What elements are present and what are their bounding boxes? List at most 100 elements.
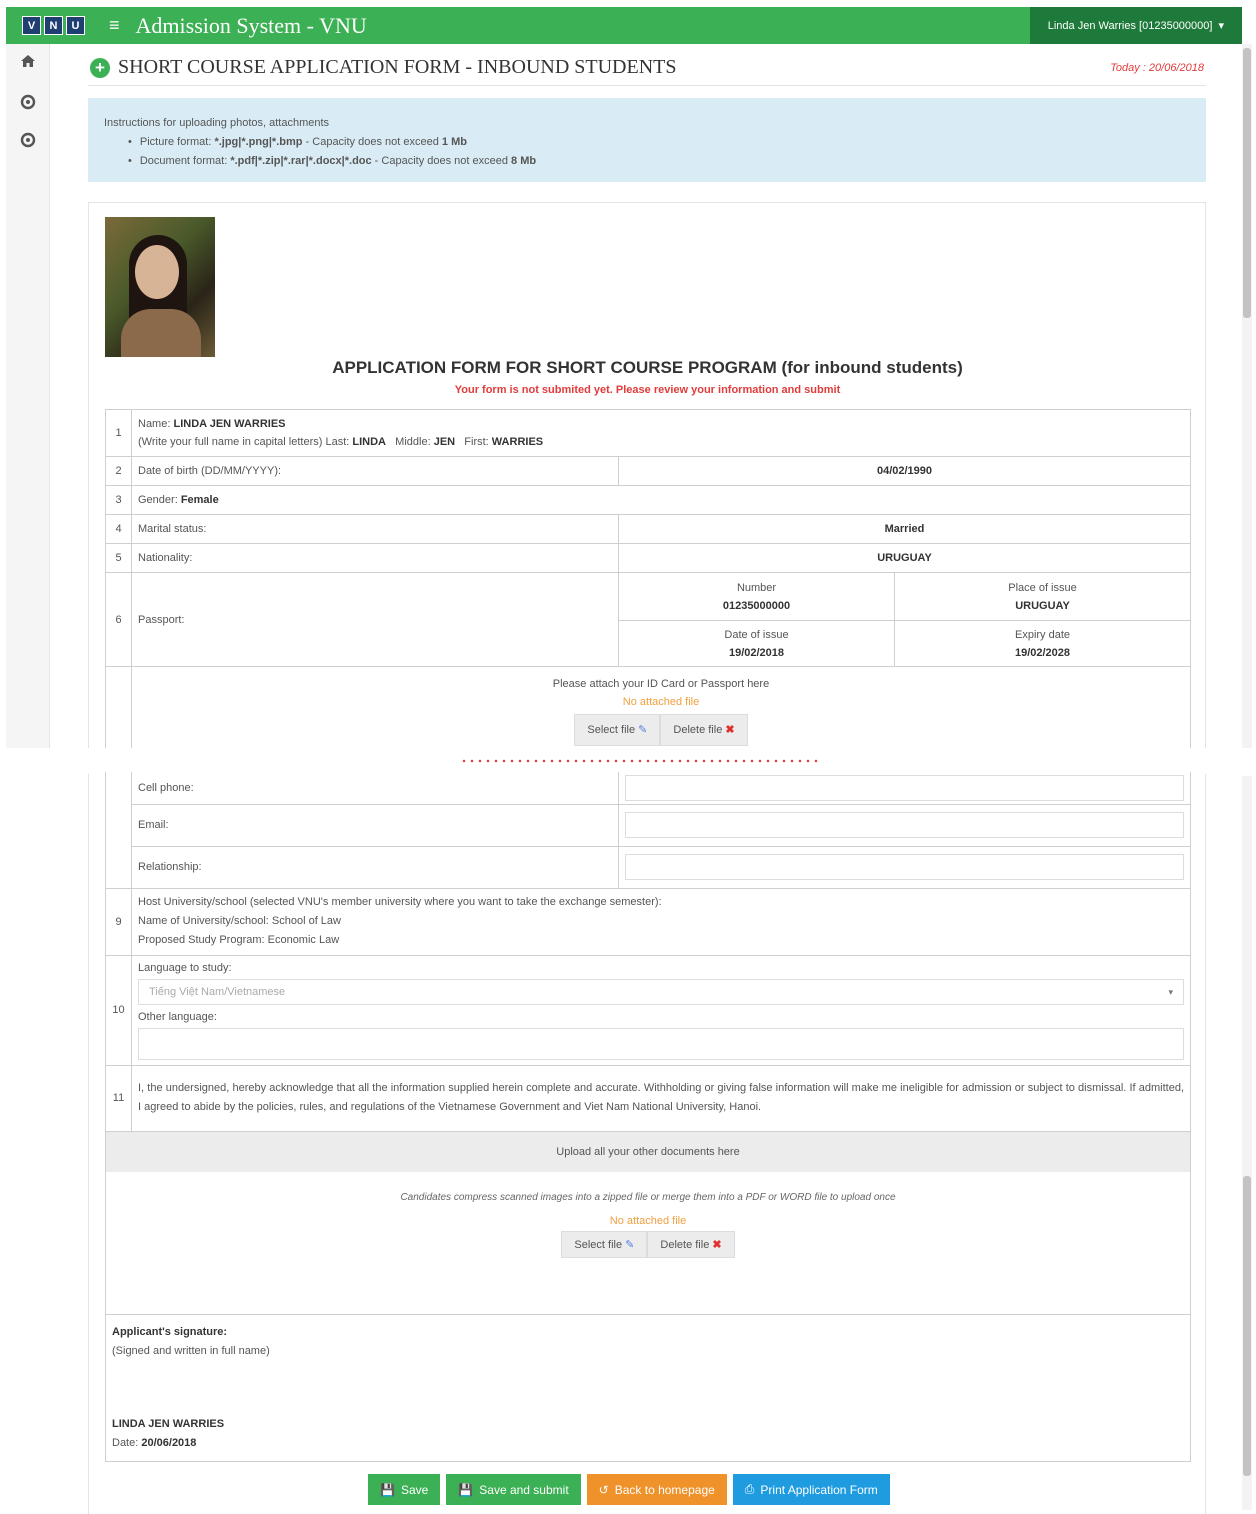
picture-format-item: Picture format: *.jpg|*.png|*.bmp - Capa…: [128, 133, 1190, 152]
undo-icon: ↺: [598, 1482, 609, 1497]
table-row: 5 Nationality: URUGUAY: [105, 543, 1191, 573]
signature-heading: Applicant's signature:: [112, 1325, 228, 1338]
table-row: 1 Name: LINDA JEN WARRIES (Write your fu…: [105, 409, 1191, 457]
signature-name: LINDA JEN WARRIES: [112, 1417, 225, 1430]
select-file-button[interactable]: Select file ✎: [561, 1230, 648, 1258]
language-label: Language to study:: [138, 962, 232, 974]
expiry-date-value: 19/02/2028: [1014, 646, 1071, 659]
scroll-thumb[interactable]: [1243, 1176, 1251, 1476]
scroll-thumb[interactable]: [1243, 48, 1251, 318]
dotted-separator: [460, 758, 820, 764]
host-university-cell: Host University/school (selected VNU's m…: [131, 887, 1191, 956]
chevron-down-icon: ▾: [1218, 20, 1224, 32]
delete-file-button[interactable]: Delete file ✖: [647, 1230, 735, 1258]
row-number: 1: [105, 409, 132, 457]
passport-label: Passport:: [131, 572, 619, 667]
email-input[interactable]: [625, 812, 1184, 838]
print-application-button[interactable]: ⎙ Print Application Form: [732, 1474, 890, 1505]
table-row: Cell phone:: [105, 772, 1191, 889]
expiry-date-cell: Expiry date 19/02/2028: [894, 620, 1191, 667]
form-title: APPLICATION FORM FOR SHORT COURSE PROGRA…: [332, 358, 963, 377]
select-file-label: Select file: [574, 1238, 623, 1251]
name-label: Name:: [138, 418, 174, 430]
save-and-submit-button[interactable]: 💾 Save and submit: [446, 1474, 581, 1505]
circle-icon[interactable]: [20, 132, 36, 152]
picture-limit: 1 Mb: [441, 136, 467, 148]
cell-phone-label: Cell phone:: [131, 772, 619, 805]
row-number: 3: [105, 485, 132, 515]
delete-file-button[interactable]: Delete file ✖: [660, 714, 748, 746]
gender-cell: Gender: Female: [131, 485, 1191, 515]
save-submit-label: Save and submit: [479, 1482, 569, 1497]
home-icon[interactable]: [20, 54, 36, 72]
signature-note: (Signed and written in full name): [112, 1344, 270, 1357]
back-to-homepage-button[interactable]: ↺ Back to homepage: [586, 1474, 727, 1505]
delete-file-label: Delete file: [660, 1238, 710, 1251]
vnu-logo[interactable]: V N U: [22, 16, 85, 35]
signature-date: 20/06/2018: [141, 1436, 197, 1449]
upload-heading: Upload all your other documents here: [106, 1131, 1190, 1172]
host-university-label: Host University/school (selected VNU's m…: [138, 896, 662, 908]
issue-date-cell: Date of issue 19/02/2018: [618, 620, 895, 667]
save-button[interactable]: 💾 Save: [368, 1474, 441, 1505]
full-name: LINDA JEN WARRIES: [173, 418, 286, 430]
passport-attach-cell: Please attach your ID Card or Passport h…: [131, 666, 1191, 750]
place-of-issue-cell: Place of issue URUGUAY: [894, 572, 1191, 621]
picture-prefix: Picture format:: [139, 136, 215, 148]
print-label: Print Application Form: [760, 1482, 878, 1497]
table-row: 6 Passport: Number 01235000000 Place of i…: [105, 572, 1191, 667]
select-file-button[interactable]: Select file ✎: [574, 714, 661, 746]
close-icon: ✖: [725, 724, 735, 736]
gender-label: Gender:: [138, 494, 181, 506]
other-language-input[interactable]: [138, 1028, 1184, 1060]
row-number: 5: [105, 543, 132, 573]
signature-cell: Applicant's signature: (Signed and writt…: [105, 1313, 1191, 1462]
instructions-heading: Instructions for uploading photos, attac…: [104, 117, 330, 129]
upload-hint: Candidates compress scanned images into …: [400, 1191, 896, 1203]
logo-letter: V: [22, 16, 41, 35]
delete-file-label: Delete file: [673, 724, 723, 736]
marital-value-cell: Married: [618, 514, 1191, 544]
first-label: First:: [464, 436, 492, 448]
hamburger-icon[interactable]: ≡: [109, 15, 120, 36]
nationality-label: Nationality:: [131, 543, 619, 573]
circle-icon[interactable]: [20, 94, 36, 114]
table-row: 3 Gender: Female: [105, 485, 1191, 515]
scrollbar-top[interactable]: [1242, 44, 1252, 748]
relationship-cell: [618, 845, 1191, 889]
scrollbar-bottom[interactable]: [1242, 776, 1252, 1510]
passport-number-label: Number: [736, 581, 777, 594]
row-number-empty: [105, 666, 132, 750]
table-row: 10 Language to study: Tiếng Việt Nam/Vie…: [105, 954, 1191, 1066]
back-label: Back to homepage: [614, 1482, 715, 1497]
dob-value: 04/02/1990: [876, 465, 933, 477]
cell-phone-input[interactable]: [625, 774, 1184, 801]
user-menu-dropdown[interactable]: Linda Jen Warries [01235000000] ▾: [1029, 7, 1242, 44]
row-number: 4: [105, 514, 132, 544]
nationality-value: URUGUAY: [877, 552, 932, 564]
language-select[interactable]: Tiếng Việt Nam/Vietnamese ▾: [138, 979, 1184, 1005]
cell-phone-cell: [618, 772, 1191, 805]
table-row: 9 Host University/school (selected VNU's…: [105, 887, 1191, 956]
sidebar: [6, 44, 50, 748]
acknowledgement-text: I, the undersigned, hereby acknowledge t…: [131, 1064, 1191, 1132]
upload-instructions: Instructions for uploading photos, attac…: [88, 98, 1206, 182]
paperclip-icon: ✎: [638, 724, 648, 736]
document-limit: 8 Mb: [511, 155, 537, 167]
row-number: 9: [105, 887, 132, 956]
page-title: SHORT COURSE APPLICATION FORM - INBOUND …: [118, 56, 677, 78]
name-hint: (Write your full name in capital letters…: [138, 436, 353, 448]
logo-letter: U: [66, 16, 85, 35]
table-row: Please attach your ID Card or Passport h…: [105, 666, 1191, 750]
table-row: 4 Marital status: Married: [105, 514, 1191, 544]
marital-value: Married: [884, 523, 925, 535]
row-number: 6: [105, 572, 132, 667]
row-number: 10: [105, 954, 132, 1066]
close-icon: ✖: [712, 1238, 722, 1251]
signature-date-label: Date:: [112, 1436, 142, 1449]
table-row: Upload all your other documents here Can…: [105, 1130, 1191, 1315]
last-name: LINDA: [352, 436, 386, 448]
today-date: Today : 20/06/2018: [1110, 61, 1204, 74]
picture-suffix: - Capacity does not exceed: [302, 136, 442, 148]
relationship-input[interactable]: [625, 854, 1184, 880]
